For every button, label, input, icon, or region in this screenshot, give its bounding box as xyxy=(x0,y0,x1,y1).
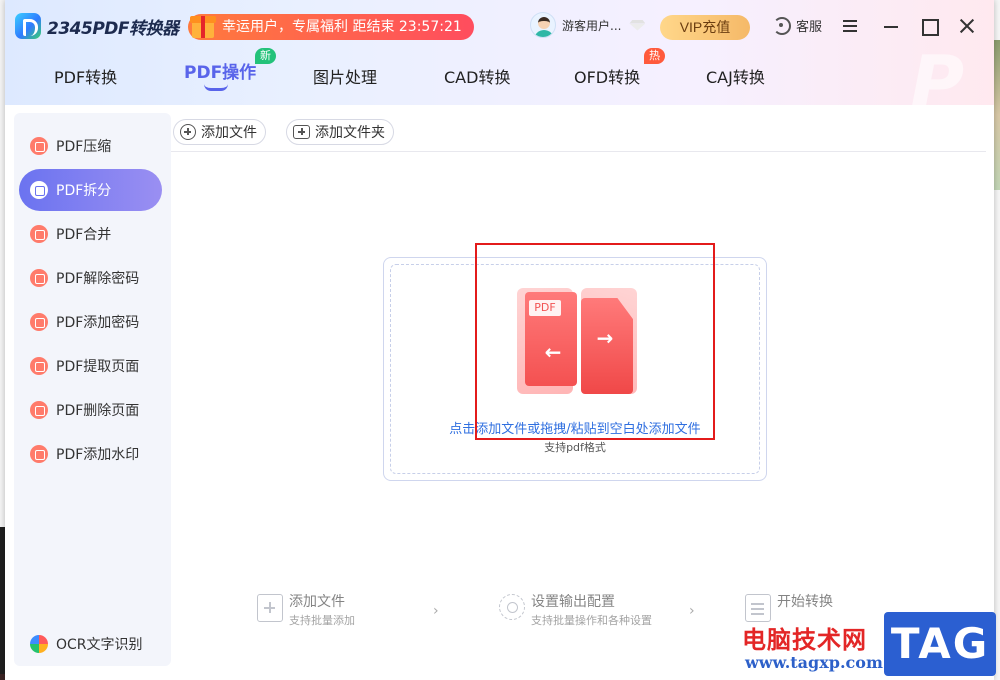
sidebar-item-label: PDF压缩 xyxy=(56,139,112,155)
sidebar-item-remove-password[interactable]: PDF解除密码 xyxy=(19,257,162,299)
step-output-settings: 设置输出配置 支持批量操作和各种设置 xyxy=(499,594,652,628)
tab-caj-convert[interactable]: CAJ转换 xyxy=(706,64,765,88)
add-file-button[interactable]: 添加文件 xyxy=(173,119,266,145)
sidebar-item-label: PDF删除页面 xyxy=(56,403,140,419)
sidebar-item-add-password[interactable]: PDF添加密码 xyxy=(19,301,162,343)
stamp-icon xyxy=(30,445,48,463)
sidebar-item-label: PDF合并 xyxy=(56,227,112,243)
add-folder-label: 添加文件夹 xyxy=(315,125,385,141)
diamond-icon xyxy=(629,20,645,31)
gear-icon xyxy=(499,594,525,620)
add-folder-button[interactable]: 添加文件夹 xyxy=(286,119,394,145)
add-file-icon xyxy=(257,594,283,622)
sidebar-item-label: PDF解除密码 xyxy=(56,271,140,287)
logo-icon xyxy=(15,13,41,39)
menu-icon[interactable] xyxy=(840,16,860,36)
sidebar-item-label: PDF拆分 xyxy=(56,183,112,199)
headset-icon xyxy=(773,16,791,35)
sidebar-item-label: PDF添加密码 xyxy=(56,315,140,331)
sidebar-item-label: PDF提取页面 xyxy=(56,359,140,375)
step-subtitle: 支持批量操作和各种设置 xyxy=(531,614,652,627)
service-label: 客服 xyxy=(796,20,823,35)
unlock-icon xyxy=(30,269,48,287)
chevron-right-icon: › xyxy=(433,603,439,619)
chevron-right-icon: › xyxy=(689,603,695,619)
decorative-p-logo: P xyxy=(910,40,965,126)
watermark-tag-logo: TAG xyxy=(884,612,996,676)
user-name: 游客用户... xyxy=(562,18,622,33)
tab-pdf-operations[interactable]: PDF操作 xyxy=(184,58,256,83)
step-start-convert: 开始转换 xyxy=(745,594,833,622)
split-icon xyxy=(30,181,48,199)
avatar xyxy=(530,12,556,38)
sidebar-item-label: PDF添加水印 xyxy=(56,447,140,463)
title-bar: P 2345PDF转换器 幸运用户，专属福利 距结束 23:57:21 游客用户… xyxy=(5,0,994,126)
sidebar-item-extract-pages[interactable]: PDF提取页面 xyxy=(19,345,162,387)
maximize-icon[interactable] xyxy=(919,16,939,36)
minimize-icon[interactable] xyxy=(881,16,901,36)
hot-badge: 热 xyxy=(644,48,665,64)
tab-image-processing[interactable]: 图片处理 xyxy=(313,64,377,88)
new-badge: 新 xyxy=(255,48,276,64)
sidebar-item-merge[interactable]: PDF合并 xyxy=(19,213,162,255)
close-icon[interactable] xyxy=(957,16,977,36)
watermark-site-name: 电脑技术网 xyxy=(742,626,867,654)
annotation-highlight-box xyxy=(475,243,715,440)
step-subtitle: 支持批量添加 xyxy=(289,614,355,627)
sidebar-item-delete-pages[interactable]: PDF删除页面 xyxy=(19,389,162,431)
sidebar: PDF压缩 PDF拆分 PDF合并 PDF解除密码 PDF添加密码 PDF提取页… xyxy=(14,113,171,666)
user-account[interactable]: 游客用户... xyxy=(530,12,645,38)
tab-cad-convert[interactable]: CAD转换 xyxy=(444,64,510,88)
compress-icon xyxy=(30,137,48,155)
active-tab-indicator xyxy=(204,84,228,91)
promo-banner[interactable]: 幸运用户，专属福利 距结束 23:57:21 xyxy=(188,14,474,40)
step-title: 设置输出配置 xyxy=(531,594,615,610)
app-title: 2345PDF转换器 xyxy=(47,18,179,39)
tab-pdf-convert[interactable]: PDF转换 xyxy=(54,64,117,88)
vip-recharge-button[interactable]: VIP充值 xyxy=(660,15,750,40)
promo-text: 幸运用户，专属福利 距结束 23:57:21 xyxy=(222,19,462,35)
folder-plus-icon xyxy=(293,125,310,139)
ocr-icon xyxy=(30,635,48,653)
step-title: 添加文件 xyxy=(289,594,345,610)
add-file-label: 添加文件 xyxy=(201,125,257,141)
sidebar-item-ocr[interactable]: OCR文字识别 xyxy=(19,623,162,665)
sidebar-item-split[interactable]: PDF拆分 xyxy=(19,169,162,211)
gift-icon xyxy=(188,10,218,40)
drop-format-text: 支持pdf格式 xyxy=(544,441,606,454)
step-title: 开始转换 xyxy=(777,594,833,610)
tab-ofd-convert[interactable]: OFD转换 xyxy=(574,64,640,88)
main-nav: PDF转换 PDF操作 新 图片处理 CAD转换 OFD转换 热 CAJ转换 xyxy=(5,48,905,95)
trash-icon xyxy=(30,401,48,419)
customer-service-button[interactable]: 客服 xyxy=(773,16,822,35)
extract-icon xyxy=(30,357,48,375)
sidebar-item-compress[interactable]: PDF压缩 xyxy=(19,125,162,167)
toolbar-divider xyxy=(171,151,986,152)
sidebar-item-add-watermark[interactable]: PDF添加水印 xyxy=(19,433,162,475)
lock-icon xyxy=(30,313,48,331)
app-logo: 2345PDF转换器 xyxy=(15,13,179,39)
list-icon xyxy=(745,594,771,622)
watermark-url: www.tagxp.com xyxy=(745,653,883,672)
app-window: P 2345PDF转换器 幸运用户，专属福利 距结束 23:57:21 游客用户… xyxy=(5,0,994,680)
merge-icon xyxy=(30,225,48,243)
step-add-file: 添加文件 支持批量添加 xyxy=(257,594,355,628)
plus-circle-icon xyxy=(180,124,196,140)
sidebar-item-label: OCR文字识别 xyxy=(56,637,143,653)
